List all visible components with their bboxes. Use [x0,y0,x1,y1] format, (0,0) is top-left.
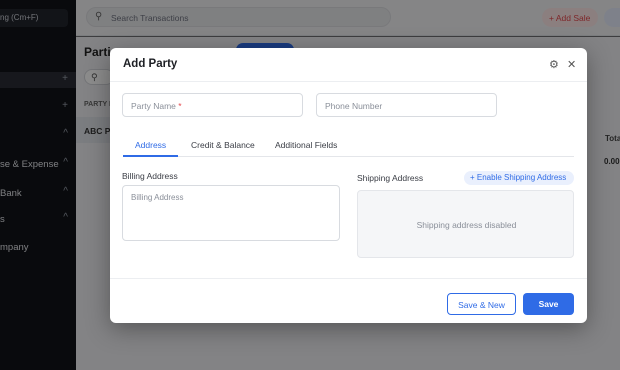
shipping-disabled-text: Shipping address disabled [416,220,517,230]
party-name-placeholder: Party Name * [131,101,182,111]
save-and-new-button[interactable]: Save & New [447,293,516,315]
gear-icon[interactable]: ⚙ [549,58,559,71]
dialog-title: Add Party [123,58,178,70]
active-tab-indicator [123,155,178,157]
tab-credit-balance[interactable]: Credit & Balance [191,140,255,150]
close-icon[interactable]: ✕ [567,58,576,71]
tab-additional-fields[interactable]: Additional Fields [275,140,337,150]
phone-placeholder: Phone Number [325,101,383,111]
save-button[interactable]: Save [523,293,574,315]
tab-bar: Address Credit & Balance Additional Fiel… [123,135,574,157]
shipping-address-label: Shipping Address [357,173,424,183]
enable-shipping-button[interactable]: + Enable Shipping Address [464,171,574,185]
billing-address-input[interactable]: Billing Address [122,185,340,241]
add-party-dialog: Add Party ⚙ ✕ Party Name * Phone Number … [110,48,587,323]
shipping-address-box: Shipping address disabled [357,190,574,258]
billing-address-label: Billing Address [122,171,178,181]
phone-number-field[interactable]: Phone Number [316,93,497,117]
dialog-footer: Save & New Save [110,278,587,323]
dialog-header: Add Party ⚙ ✕ [110,48,587,82]
tab-address[interactable]: Address [135,140,166,150]
party-name-field[interactable]: Party Name * [122,93,303,117]
billing-placeholder: Billing Address [131,193,184,202]
